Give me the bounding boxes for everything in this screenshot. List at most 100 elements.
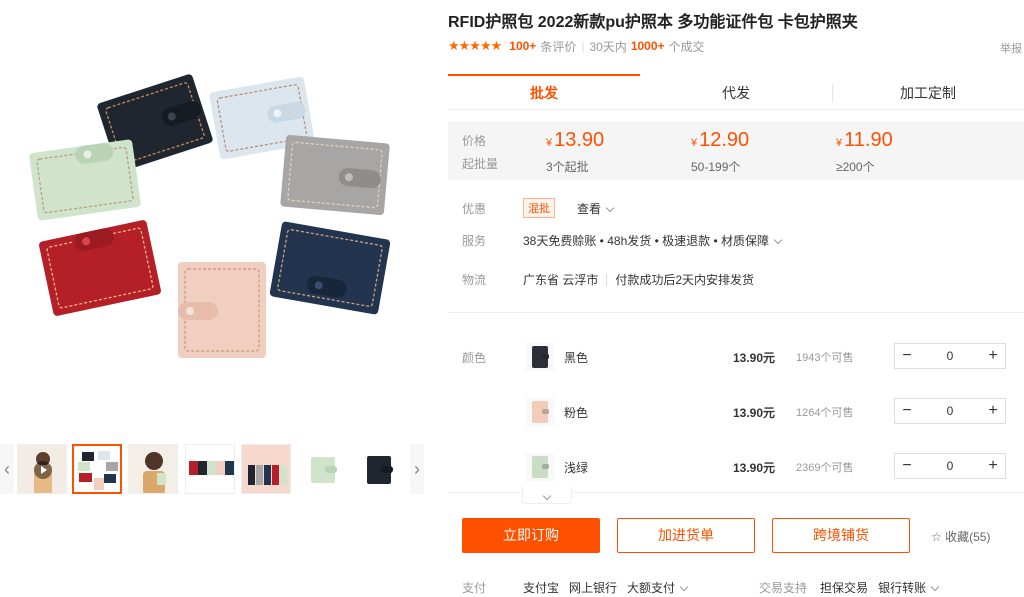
model-holding-icon — [129, 445, 177, 493]
quantity-stepper: − 0 + — [894, 398, 1006, 424]
logistics-separator — [606, 273, 608, 286]
logistics-label: 物流 — [462, 273, 487, 287]
thumbnail-strip: ‹ › — [0, 442, 430, 496]
sku-row-mint: 浅绿 13.90元 2369个可售 − 0 + — [526, 451, 1024, 483]
main-product-image[interactable] — [0, 40, 430, 420]
favorite-button[interactable]: ☆ 收藏(55) — [931, 528, 990, 545]
thumbnail-wallets[interactable] — [72, 444, 122, 494]
trade-support-label: 交易支持 — [759, 581, 808, 595]
section-divider — [448, 312, 1024, 313]
thumbnail-model[interactable] — [128, 444, 178, 494]
favorite-label: 收藏(55) — [945, 530, 991, 544]
sku-thumbnail-mint[interactable] — [526, 453, 554, 481]
currency-symbol: ¥ — [546, 137, 553, 149]
review-count[interactable]: 100+ — [509, 39, 536, 53]
quantity-input[interactable]: 0 — [919, 404, 981, 418]
payment-method-alipay: 支付宝 — [523, 581, 560, 595]
price-box: 价格 起批量 ¥13.90 3个起批 ¥12.90 50-199个 ¥11.90… — [448, 122, 1024, 180]
sku-thumbnail-black[interactable] — [526, 343, 554, 371]
chevron-down-icon — [542, 491, 552, 501]
thumbnail-black[interactable] — [354, 444, 404, 494]
price-tier-2: ¥12.90 50-199个 — [691, 128, 749, 175]
price-tier-1: ¥13.90 3个起批 — [546, 128, 604, 175]
service-text: 38天免费赊账 • 48h发货 • 极速退款 • 材质保障 — [523, 234, 769, 248]
tab-customize[interactable]: 加工定制 — [832, 74, 1024, 109]
service-label: 服务 — [462, 234, 487, 248]
wallet-icon — [532, 401, 548, 423]
report-link[interactable]: 举报 — [1000, 40, 1022, 56]
buy-now-button[interactable]: 立即订购 — [462, 518, 600, 553]
service-dropdown[interactable]: 38天免费赊账 • 48h发货 • 极速退款 • 材质保障 — [523, 232, 783, 249]
increment-button[interactable]: + — [981, 454, 1005, 478]
decrement-button[interactable]: − — [895, 344, 919, 368]
sku-stock: 1943个可售 — [796, 352, 854, 364]
payment-method-large-text: 大额支付 — [627, 581, 676, 595]
rating-row: ★★★★★ 100+ 条评价 | 30天内 1000+ 个成交 — [448, 38, 705, 54]
thumbnail-standing[interactable] — [241, 444, 291, 494]
wallets-photo-icon — [74, 446, 120, 492]
thumbnail-next-arrow[interactable]: › — [410, 444, 424, 494]
increment-button[interactable]: + — [981, 344, 1005, 368]
payment-label: 支付 — [462, 581, 487, 595]
moq-label: 起批量 — [462, 157, 499, 171]
product-title: RFID护照包 2022新款pu护照本 多功能证件包 卡包护照夹 — [448, 14, 858, 31]
sku-name: 浅绿 — [564, 461, 589, 475]
tab-dropship[interactable]: 代发 — [640, 74, 832, 109]
chevron-down-icon — [773, 235, 783, 245]
mint-wallet-icon — [299, 445, 347, 493]
promo-label: 优惠 — [462, 201, 487, 216]
sku-price: 13.90元 — [733, 351, 776, 365]
sku-row-black: 黑色 13.90元 1943个可售 − 0 + — [526, 341, 1024, 373]
chevron-down-icon — [605, 203, 615, 212]
trade-bank-transfer[interactable]: 银行转账 — [878, 579, 940, 596]
thumbnail-mint[interactable] — [298, 444, 348, 494]
tier-moq: ≥200个 — [836, 160, 875, 174]
sales-period: 30天内 — [589, 39, 627, 54]
trade-bank-transfer-text: 银行转账 — [878, 581, 927, 595]
promo-view-text: 查看 — [577, 201, 602, 216]
color-lineup-icon — [186, 445, 234, 493]
decrement-button[interactable]: − — [895, 399, 919, 423]
currency-symbol: ¥ — [691, 137, 698, 149]
tab-divider — [832, 84, 833, 102]
add-to-list-button[interactable]: 加进货单 — [617, 518, 755, 553]
increment-button[interactable]: + — [981, 399, 1005, 423]
quantity-stepper: − 0 + — [894, 453, 1006, 479]
thumbnail-prev-arrow[interactable]: ‹ — [0, 444, 14, 494]
decrement-button[interactable]: − — [895, 454, 919, 478]
chevron-down-icon — [679, 582, 689, 592]
tier-price: 11.90 — [844, 129, 893, 151]
sku-price: 13.90元 — [733, 461, 776, 475]
payment-method-large[interactable]: 大额支付 — [627, 579, 689, 596]
chevron-down-icon — [930, 582, 940, 592]
quantity-input[interactable]: 0 — [919, 349, 981, 363]
sku-thumbnail-pink[interactable] — [526, 398, 554, 426]
payment-row: 支付 支付宝 网上银行 大额支付 交易支持 担保交易 银行转账 — [462, 579, 948, 596]
sales-count: 1000+ — [630, 39, 665, 53]
wallet-navy — [269, 221, 391, 315]
quantity-input[interactable]: 0 — [919, 459, 981, 473]
wallet-red — [39, 220, 161, 316]
sku-name: 粉色 — [564, 406, 589, 420]
tier-price: 13.90 — [554, 129, 605, 151]
mixed-batch-tag: 混批 — [523, 198, 555, 218]
service-row: 服务 38天免费赊账 • 48h发货 • 极速退款 • 材质保障 — [462, 232, 783, 249]
price-tier-3: ¥11.90 ≥200个 — [836, 128, 893, 175]
sku-stock: 1264个可售 — [796, 407, 854, 419]
trade-escrow: 担保交易 — [820, 581, 869, 595]
cross-border-button[interactable]: 跨境铺货 — [772, 518, 910, 553]
thumbnail-video[interactable] — [17, 444, 67, 494]
sales-label: 个成交 — [668, 39, 705, 54]
wallet-grey — [280, 134, 390, 216]
review-label: 条评价 — [540, 39, 577, 54]
wallet-icon — [532, 346, 548, 368]
black-wallet-icon — [355, 445, 403, 493]
payment-method-bank: 网上银行 — [569, 581, 618, 595]
tab-wholesale[interactable]: 批发 — [448, 74, 640, 109]
thumbnail-colors[interactable] — [185, 444, 235, 494]
promo-view-link[interactable]: 查看 — [577, 200, 615, 217]
expand-sku-button[interactable] — [522, 486, 572, 504]
promo-row: 优惠 混批 查看 — [462, 198, 615, 218]
product-info-panel: RFID护照包 2022新款pu护照本 多功能证件包 卡包护照夹 ★★★★★ 1… — [448, 0, 1024, 597]
wallet-icon — [532, 456, 548, 478]
